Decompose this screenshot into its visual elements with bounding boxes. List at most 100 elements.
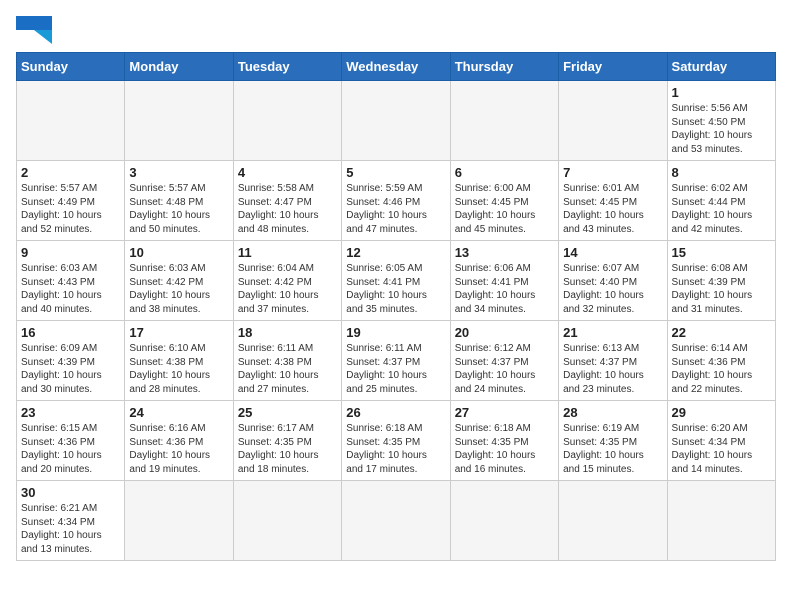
day-info: Sunrise: 6:11 AM Sunset: 4:38 PM Dayligh…	[238, 342, 337, 396]
week-row-4: 23 Sunrise: 6:15 AM Sunset: 4:36 PM Dayli…	[17, 401, 776, 481]
day-info: Sunrise: 5:59 AM Sunset: 4:46 PM Dayligh…	[346, 182, 445, 236]
day-cell	[233, 81, 341, 161]
day-cell: 19Sunrise: 6:11 AM Sunset: 4:37 PM Dayli…	[342, 321, 450, 401]
day-info: Sunrise: 6:18 AM Sunset: 4:35 PM Dayligh…	[346, 422, 445, 476]
day-number: 16	[21, 325, 120, 340]
day-cell	[450, 81, 558, 161]
day-cell: 8 Sunrise: 6:02 AM Sunset: 4:44 PM Daylig…	[667, 161, 775, 241]
day-cell: 14Sunrise: 6:07 AM Sunset: 4:40 PM Dayli…	[559, 241, 667, 321]
day-number: 4	[238, 165, 337, 180]
day-number: 17	[129, 325, 228, 340]
day-number: 7	[563, 165, 662, 180]
day-cell: 16 Sunrise: 6:09 AM Sunset: 4:39 PM Dayli…	[17, 321, 125, 401]
day-number: 25	[238, 405, 337, 420]
day-cell: 27Sunrise: 6:18 AM Sunset: 4:35 PM Dayli…	[450, 401, 558, 481]
day-info: Sunrise: 6:08 AM Sunset: 4:39 PM Dayligh…	[672, 262, 771, 316]
day-number: 2	[21, 165, 120, 180]
day-info: Sunrise: 5:58 AM Sunset: 4:47 PM Dayligh…	[238, 182, 337, 236]
weekday-tuesday: Tuesday	[233, 53, 341, 81]
day-number: 24	[129, 405, 228, 420]
day-info: Sunrise: 6:02 AM Sunset: 4:44 PM Dayligh…	[672, 182, 771, 236]
day-cell: 29 Sunrise: 6:20 AM Sunset: 4:34 PM Dayli…	[667, 401, 775, 481]
day-info: Sunrise: 6:01 AM Sunset: 4:45 PM Dayligh…	[563, 182, 662, 236]
day-info: Sunrise: 6:21 AM Sunset: 4:34 PM Dayligh…	[21, 502, 120, 556]
day-cell: 24 Sunrise: 6:16 AM Sunset: 4:36 PM Dayli…	[125, 401, 233, 481]
day-number: 3	[129, 165, 228, 180]
day-cell: 18 Sunrise: 6:11 AM Sunset: 4:38 PM Dayli…	[233, 321, 341, 401]
day-number: 26	[346, 405, 445, 420]
day-number: 10	[129, 245, 228, 260]
weekday-monday: Monday	[125, 53, 233, 81]
day-info: Sunrise: 6:15 AM Sunset: 4:36 PM Dayligh…	[21, 422, 120, 476]
weekday-header-row: SundayMondayTuesdayWednesdayThursdayFrid…	[17, 53, 776, 81]
logo	[16, 16, 56, 44]
day-cell: 6Sunrise: 6:00 AM Sunset: 4:45 PM Daylig…	[450, 161, 558, 241]
day-cell: 23 Sunrise: 6:15 AM Sunset: 4:36 PM Dayli…	[17, 401, 125, 481]
day-info: Sunrise: 6:05 AM Sunset: 4:41 PM Dayligh…	[346, 262, 445, 316]
day-cell: 7 Sunrise: 6:01 AM Sunset: 4:45 PM Daylig…	[559, 161, 667, 241]
day-info: Sunrise: 6:07 AM Sunset: 4:40 PM Dayligh…	[563, 262, 662, 316]
day-cell	[342, 81, 450, 161]
day-info: Sunrise: 5:57 AM Sunset: 4:48 PM Dayligh…	[129, 182, 228, 236]
day-number: 9	[21, 245, 120, 260]
day-number: 19	[346, 325, 445, 340]
weekday-saturday: Saturday	[667, 53, 775, 81]
day-info: Sunrise: 6:13 AM Sunset: 4:37 PM Dayligh…	[563, 342, 662, 396]
day-number: 12	[346, 245, 445, 260]
weekday-wednesday: Wednesday	[342, 53, 450, 81]
day-cell	[125, 81, 233, 161]
day-number: 30	[21, 485, 120, 500]
day-info: Sunrise: 5:56 AM Sunset: 4:50 PM Dayligh…	[672, 102, 771, 156]
day-cell: 21 Sunrise: 6:13 AM Sunset: 4:37 PM Dayli…	[559, 321, 667, 401]
day-number: 18	[238, 325, 337, 340]
week-row-3: 16 Sunrise: 6:09 AM Sunset: 4:39 PM Dayli…	[17, 321, 776, 401]
day-info: Sunrise: 6:17 AM Sunset: 4:35 PM Dayligh…	[238, 422, 337, 476]
day-info: Sunrise: 6:10 AM Sunset: 4:38 PM Dayligh…	[129, 342, 228, 396]
day-info: Sunrise: 6:16 AM Sunset: 4:36 PM Dayligh…	[129, 422, 228, 476]
week-row-5: 30 Sunrise: 6:21 AM Sunset: 4:34 PM Dayli…	[17, 481, 776, 561]
day-cell	[125, 481, 233, 561]
day-cell: 30 Sunrise: 6:21 AM Sunset: 4:34 PM Dayli…	[17, 481, 125, 561]
day-info: Sunrise: 6:20 AM Sunset: 4:34 PM Dayligh…	[672, 422, 771, 476]
day-cell: 12 Sunrise: 6:05 AM Sunset: 4:41 PM Dayli…	[342, 241, 450, 321]
weekday-sunday: Sunday	[17, 53, 125, 81]
day-cell	[342, 481, 450, 561]
day-info: Sunrise: 6:09 AM Sunset: 4:39 PM Dayligh…	[21, 342, 120, 396]
day-number: 29	[672, 405, 771, 420]
week-row-0: 1 Sunrise: 5:56 AM Sunset: 4:50 PM Daylig…	[17, 81, 776, 161]
day-cell	[17, 81, 125, 161]
day-cell: 26 Sunrise: 6:18 AM Sunset: 4:35 PM Dayli…	[342, 401, 450, 481]
day-info: Sunrise: 6:14 AM Sunset: 4:36 PM Dayligh…	[672, 342, 771, 396]
day-cell	[667, 481, 775, 561]
week-row-1: 2 Sunrise: 5:57 AM Sunset: 4:49 PM Daylig…	[17, 161, 776, 241]
day-cell: 5 Sunrise: 5:59 AM Sunset: 4:46 PM Daylig…	[342, 161, 450, 241]
day-number: 13	[455, 245, 554, 260]
day-number: 6	[455, 165, 554, 180]
day-cell: 3 Sunrise: 5:57 AM Sunset: 4:48 PM Daylig…	[125, 161, 233, 241]
day-cell: 1 Sunrise: 5:56 AM Sunset: 4:50 PM Daylig…	[667, 81, 775, 161]
day-cell: 13Sunrise: 6:06 AM Sunset: 4:41 PM Dayli…	[450, 241, 558, 321]
day-cell: 22Sunrise: 6:14 AM Sunset: 4:36 PM Dayli…	[667, 321, 775, 401]
day-number: 5	[346, 165, 445, 180]
day-number: 11	[238, 245, 337, 260]
day-cell: 15Sunrise: 6:08 AM Sunset: 4:39 PM Dayli…	[667, 241, 775, 321]
day-cell: 28Sunrise: 6:19 AM Sunset: 4:35 PM Dayli…	[559, 401, 667, 481]
day-cell: 25 Sunrise: 6:17 AM Sunset: 4:35 PM Dayli…	[233, 401, 341, 481]
day-cell	[450, 481, 558, 561]
day-number: 23	[21, 405, 120, 420]
weekday-thursday: Thursday	[450, 53, 558, 81]
day-cell: 9 Sunrise: 6:03 AM Sunset: 4:43 PM Daylig…	[17, 241, 125, 321]
day-cell	[559, 81, 667, 161]
day-info: Sunrise: 5:57 AM Sunset: 4:49 PM Dayligh…	[21, 182, 120, 236]
day-number: 21	[563, 325, 662, 340]
day-number: 1	[672, 85, 771, 100]
day-number: 8	[672, 165, 771, 180]
logo-icon	[16, 16, 52, 44]
day-info: Sunrise: 6:04 AM Sunset: 4:42 PM Dayligh…	[238, 262, 337, 316]
calendar-table: SundayMondayTuesdayWednesdayThursdayFrid…	[16, 52, 776, 561]
week-row-2: 9 Sunrise: 6:03 AM Sunset: 4:43 PM Daylig…	[17, 241, 776, 321]
day-cell	[233, 481, 341, 561]
day-info: Sunrise: 6:03 AM Sunset: 4:43 PM Dayligh…	[21, 262, 120, 316]
page-header	[16, 16, 776, 44]
day-info: Sunrise: 6:18 AM Sunset: 4:35 PM Dayligh…	[455, 422, 554, 476]
